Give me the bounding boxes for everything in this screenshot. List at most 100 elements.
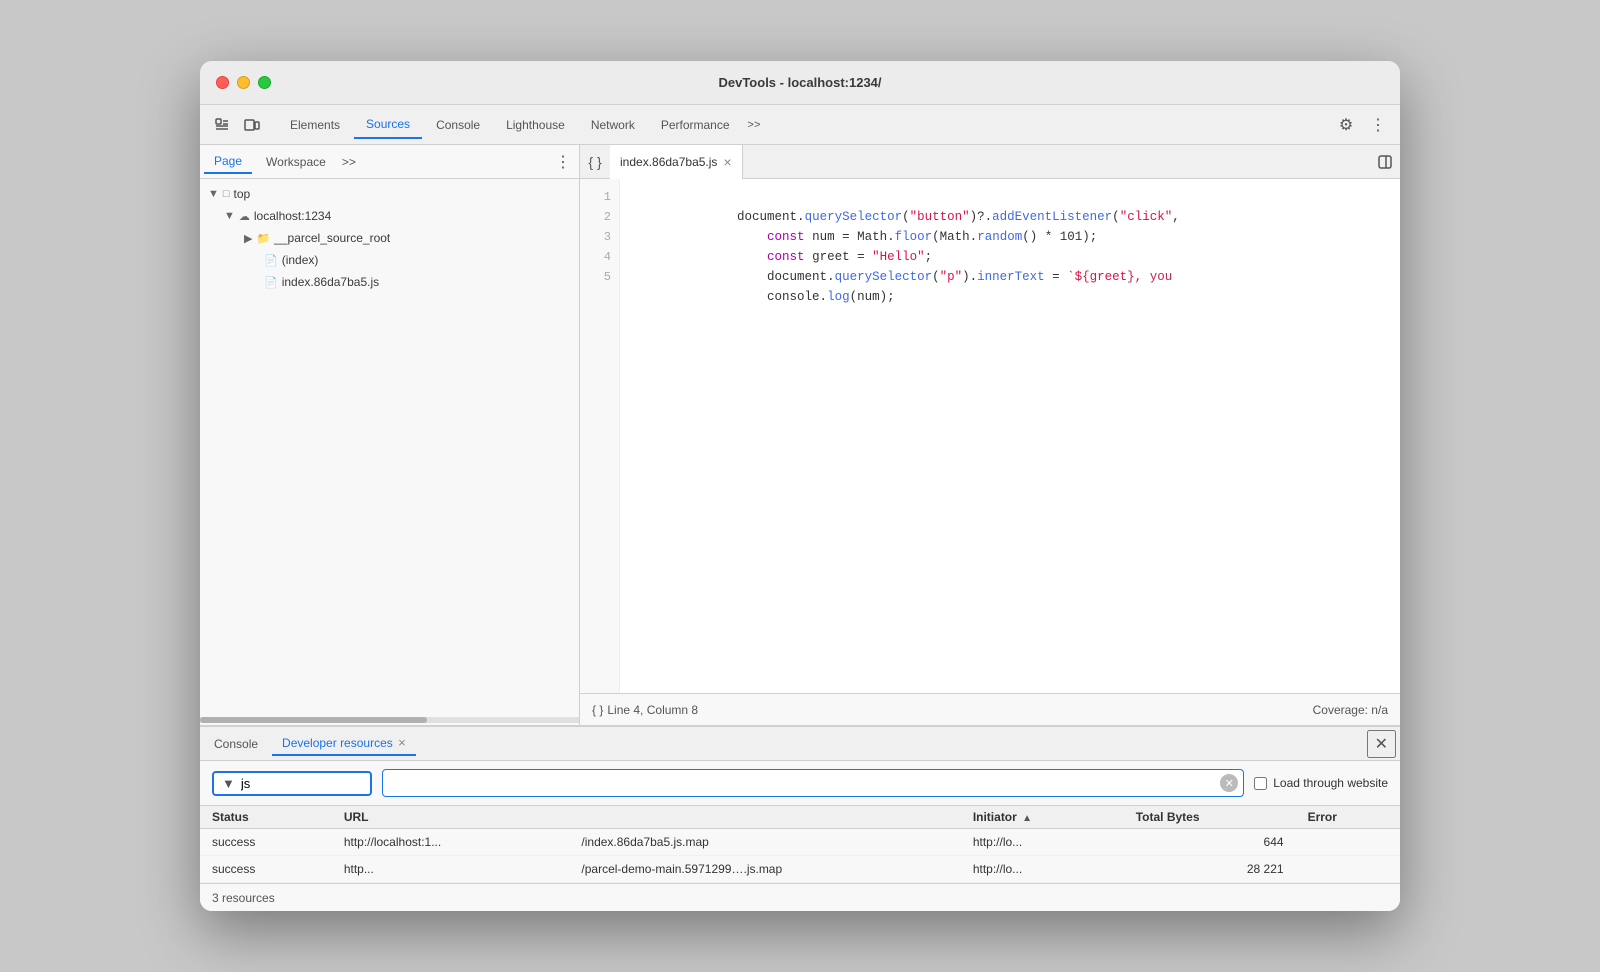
code-content: 1 2 3 4 5 document.querySelector("button… — [580, 179, 1400, 693]
sort-arrow-icon: ▲ — [1022, 813, 1032, 824]
filter-input[interactable] — [241, 776, 321, 791]
th-url: URL — [332, 806, 961, 829]
bottom-tab-console[interactable]: Console — [204, 733, 268, 755]
cell-bytes-1: 644 — [1124, 829, 1296, 856]
tree-label-parcel-root: __parcel_source_root — [274, 231, 390, 245]
line-num-5: 5 — [580, 267, 619, 287]
th-error: Error — [1296, 806, 1400, 829]
tree-expand-icon-3: ▶ — [244, 232, 252, 245]
tab-lighthouse[interactable]: Lighthouse — [494, 112, 577, 138]
line-num-1: 1 — [580, 187, 619, 207]
inspect-icon[interactable] — [208, 111, 236, 139]
tab-performance[interactable]: Performance — [649, 112, 742, 138]
code-area: 1 2 3 4 5 document.querySelector("button… — [580, 179, 1400, 693]
sidebar-tab-workspace[interactable]: Workspace — [256, 151, 336, 173]
url-filter-input[interactable] — [382, 769, 1244, 797]
sidebar-tabs: Page Workspace >> ⋮ — [200, 145, 579, 179]
cell-initiator-2: http://lo... — [961, 856, 1124, 883]
status-left: { } Line 4, Column 8 — [592, 703, 698, 717]
tree-item-js[interactable]: 📄 index.86da7ba5.js — [200, 271, 579, 293]
header-right: ⚙ ⋮ — [1332, 111, 1392, 139]
sidebar-menu-icon[interactable]: ⋮ — [551, 150, 575, 174]
editor-tabs: { } index.86da7ba5.js × — [580, 145, 1400, 179]
status-coverage: Coverage: n/a — [1313, 703, 1388, 717]
cell-status-1: success — [200, 829, 332, 856]
tab-console[interactable]: Console — [424, 112, 492, 138]
load-website-checkbox[interactable] — [1254, 777, 1267, 790]
file-icon-1: 📄 — [264, 254, 278, 267]
sidebar-scrollbar-thumb — [200, 717, 427, 723]
table-header-row: Status URL Initiator ▲ Total Bytes Error — [200, 806, 1400, 829]
cloud-icon: ☁ — [239, 210, 250, 223]
minimize-button[interactable] — [237, 76, 250, 89]
line-numbers: 1 2 3 4 5 — [580, 179, 620, 693]
tree-expand-icon: ▼ — [208, 188, 219, 200]
bottom-tab-console-label: Console — [214, 737, 258, 751]
tab-sources[interactable]: Sources — [354, 111, 422, 139]
status-position: Line 4, Column 8 — [607, 703, 698, 717]
code-lines[interactable]: document.querySelector("button")?.addEve… — [620, 179, 1400, 693]
sidebar-more-button[interactable]: >> — [342, 155, 356, 169]
cell-status-2: success — [200, 856, 332, 883]
tab-network[interactable]: Network — [579, 112, 647, 138]
sidebar-scrollbar[interactable] — [200, 717, 579, 723]
tree-item-parcel-root[interactable]: ▶ 📁 __parcel_source_root — [200, 227, 579, 249]
devtools-menu-icon[interactable]: ⋮ — [1364, 111, 1392, 139]
cell-url1-2: http... — [332, 856, 570, 883]
filter-clear-button[interactable]: ✕ — [1220, 774, 1238, 792]
settings-icon[interactable]: ⚙ — [1332, 111, 1360, 139]
bottom-tab-devresources[interactable]: Developer resources × — [272, 731, 416, 756]
devtools-header: Elements Sources Console Lighthouse Netw… — [200, 105, 1400, 145]
tree-item-index[interactable]: 📄 (index) — [200, 249, 579, 271]
more-tabs-button[interactable]: >> — [744, 117, 765, 133]
bottom-panel-close-button[interactable]: ✕ — [1367, 730, 1396, 758]
window-title: DevTools - localhost:1234/ — [718, 75, 881, 90]
main-panel: { } index.86da7ba5.js × 1 2 — [580, 145, 1400, 725]
tree-label-localhost: localhost:1234 — [254, 209, 331, 223]
line-num-2: 2 — [580, 207, 619, 227]
close-button[interactable] — [216, 76, 229, 89]
editor-tab-close-icon[interactable]: × — [723, 155, 731, 169]
code-line-1: document.querySelector("button")?.addEve… — [632, 187, 1388, 207]
panel-right-button[interactable] — [1370, 147, 1400, 177]
traffic-lights — [216, 76, 271, 89]
header-icons — [208, 111, 266, 139]
tab-elements[interactable]: Elements — [278, 112, 352, 138]
bottom-tab-close-icon[interactable]: × — [398, 735, 406, 750]
format-icon[interactable]: { } — [580, 147, 610, 177]
line-num-3: 3 — [580, 227, 619, 247]
tree-label-top: top — [234, 187, 251, 201]
devtools-window: DevTools - localhost:1234/ Elements Sour… — [200, 61, 1400, 911]
sidebar-tab-page[interactable]: Page — [204, 150, 252, 174]
editor-tab-name: index.86da7ba5.js — [620, 155, 717, 169]
cell-url2-1: /index.86da7ba5.js.map — [569, 829, 960, 856]
cell-error-2 — [1296, 856, 1400, 883]
th-status: Status — [200, 806, 332, 829]
table-row[interactable]: success http://localhost:1... /index.86d… — [200, 829, 1400, 856]
status-format-icon[interactable]: { } — [592, 703, 603, 717]
sidebar: Page Workspace >> ⋮ ▼ □ top ▼ ☁ localhos… — [200, 145, 580, 725]
filter-icon: ▼ — [222, 776, 235, 791]
load-through-website: Load through website — [1254, 776, 1388, 790]
tree-item-localhost[interactable]: ▼ ☁ localhost:1234 — [200, 205, 579, 227]
folder-icon: □ — [223, 188, 230, 200]
resource-count: 3 resources — [212, 891, 275, 905]
filter-row: ▼ ✕ Load through website — [200, 761, 1400, 806]
title-bar: DevTools - localhost:1234/ — [200, 61, 1400, 105]
editor-tab-js[interactable]: index.86da7ba5.js × — [610, 145, 743, 179]
maximize-button[interactable] — [258, 76, 271, 89]
table-row[interactable]: success http... /parcel-demo-main.597129… — [200, 856, 1400, 883]
bottom-tab-devresources-label: Developer resources — [282, 736, 393, 750]
th-initiator[interactable]: Initiator ▲ — [961, 806, 1124, 829]
tree-item-top[interactable]: ▼ □ top — [200, 183, 579, 205]
device-icon[interactable] — [238, 111, 266, 139]
cell-initiator-1: http://lo... — [961, 829, 1124, 856]
main-tab-bar: Elements Sources Console Lighthouse Netw… — [278, 111, 1328, 139]
resources-table-element: Status URL Initiator ▲ Total Bytes Error… — [200, 806, 1400, 883]
line-num-4: 4 — [580, 247, 619, 267]
cell-url1-1: http://localhost:1... — [332, 829, 570, 856]
cell-bytes-2: 28 221 — [1124, 856, 1296, 883]
file-tree: ▼ □ top ▼ ☁ localhost:1234 ▶ 📁 __parcel_… — [200, 179, 579, 715]
tree-label-js: index.86da7ba5.js — [282, 275, 379, 289]
th-bytes: Total Bytes — [1124, 806, 1296, 829]
